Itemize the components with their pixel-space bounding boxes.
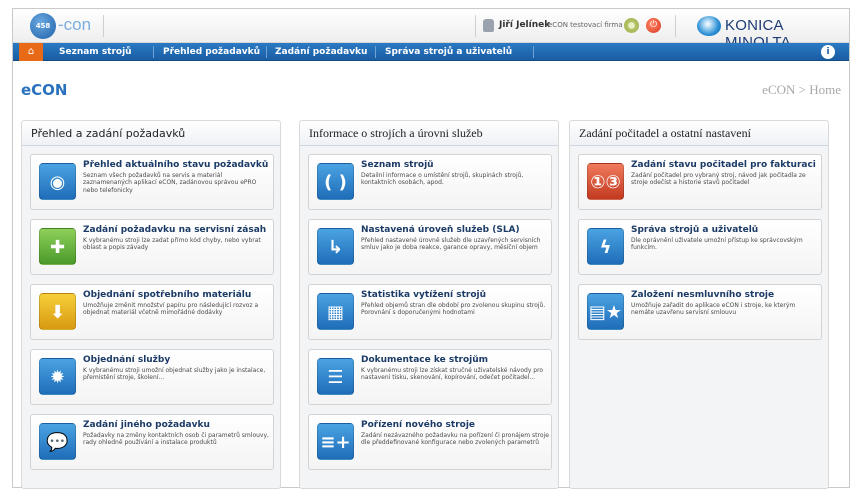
card-service-request[interactable]: ✚ Zadání požadavku na servisní zásah K v… [30,219,274,275]
page-title: eCON [21,81,68,99]
card-title: Zadání stavu počitadel pro fakturaci [631,160,816,170]
logout-power-icon[interactable]: ⏻ [646,18,661,33]
card-title: Pořízení nového stroje [361,420,476,430]
nav-divider [153,46,154,58]
column-title: Přehled a zadání požadavků [22,121,280,146]
top-divider [675,15,676,37]
column-requests: Přehled a zadání požadavků ◉ Přehled akt… [21,120,281,489]
card-description: Dle oprávnění uživatele umožní přístup k… [631,237,803,252]
chart-grid-icon: ▦ [317,293,354,330]
app-window: 458 -con Jiří Jelínek eCON testovací fir… [12,8,850,489]
card-supplies-order[interactable]: ⬇ Objednání spotřebního materiálu Umožňu… [30,284,274,340]
card-description: Zadání počitadel pro vybraný stroj, návo… [631,172,806,187]
card-noncontract-machine[interactable]: ▤★ Založení nesmluvního stroje Umožňuje … [578,284,822,340]
card-description: Umožňuje zařadit do aplikace eCON i stro… [631,302,796,317]
konica-minolta-logo-icon [697,16,721,36]
nav-item-machines-users-admin[interactable]: Správa strojů a uživatelů [385,43,512,61]
card-title: Zadání požadavku na servisní zásah [83,225,267,235]
card-description: Přehled objemů stran dle období pro zvol… [361,302,546,317]
card-description: K vybranému stroji lze zadat přímo kód c… [83,237,261,252]
speech-bubbles-icon: 💬 [39,423,76,460]
econ-logo-badge[interactable]: 458 [30,13,56,39]
card-description: Umožňuje změnit množství papíru pro násl… [83,302,259,317]
card-title: Objednání služby [83,355,171,365]
card-title: Dokumentace ke strojům [361,355,489,365]
card-title: Založení nesmluvního stroje [631,290,775,300]
card-description: K vybranému stroji umožní objednat služb… [83,367,266,382]
column-title: Informace o strojích a úrovni služeb [300,121,558,146]
user-name[interactable]: Jiří Jelínek [499,20,550,30]
info-icon[interactable]: i [821,45,835,59]
nav-divider [375,46,376,58]
column-title: Zadání počitadel a ostatní nastavení [570,121,828,146]
card-title: Statistika vytížení strojů [361,290,487,300]
medkit-icon: ✚ [39,228,76,265]
card-other-request[interactable]: 💬 Zadání jiného požadavku Požadavky na z… [30,414,274,470]
brackets-icon: ( ) [317,163,354,200]
card-new-machine[interactable]: ≡+ Pořízení nového stroje Zadání nezávaz… [308,414,552,470]
nav-item-requests-overview[interactable]: Přehled požadavků [163,43,260,61]
card-usage-statistics[interactable]: ▦ Statistika vytížení strojů Přehled obj… [308,284,552,340]
top-bar: 458 -con Jiří Jelínek eCON testovací fir… [13,9,849,51]
column-machines-info: Informace o strojích a úrovni služeb ( )… [299,120,559,489]
card-documentation[interactable]: ☰ Dokumentace ke strojům K vybranému str… [308,349,552,405]
breadcrumb[interactable]: eCON > Home [762,82,841,98]
lightning-icon: ϟ [587,228,624,265]
card-title: Správa strojů a uživatelů [631,225,759,235]
supply-box-icon: ⬇ [39,293,76,330]
counter-digits-icon: ①③ [587,163,624,200]
card-counters-billing[interactable]: ①③ Zadání stavu počitadel pro fakturaci … [578,154,822,210]
eye-icon: ◉ [39,163,76,200]
nav-item-new-request[interactable]: Zadání požadavku [275,43,367,61]
card-description: K vybranému stroji lze získat stručné už… [361,367,544,382]
column-counters-settings: Zadání počitadel a ostatní nastavení ①③ … [569,120,829,489]
card-title: Přehled aktuálního stavu požadavků [83,160,269,170]
service-star-icon: ✹ [39,358,76,395]
card-machines-list[interactable]: ( ) Seznam strojů Detailní informace o u… [308,154,552,210]
card-title: Nastavená úroveň služeb (SLA) [361,225,520,235]
home-icon[interactable]: ⌂ [19,43,43,61]
card-sla-level[interactable]: ↳ Nastavená úroveň služeb (SLA) Přehled … [308,219,552,275]
arrow-sign-icon: ↳ [317,228,354,265]
user-company: eCON testovací firma [548,21,623,29]
new-contract-icon: ▤★ [587,293,624,330]
card-machines-users-admin[interactable]: ϟ Správa strojů a uživatelů Dle oprávněn… [578,219,822,275]
nav-divider [533,46,534,58]
card-title: Seznam strojů [361,160,434,170]
card-service-order[interactable]: ✹ Objednání služby K vybranému stroji um… [30,349,274,405]
add-document-icon: ≡+ [317,423,354,460]
card-description: Přehled nastavené úrovně služeb dle uzav… [361,237,541,252]
card-description: Požadavky na změny kontaktních osob či p… [83,432,269,447]
settings-gear-icon[interactable] [624,18,639,33]
top-divider [103,15,104,37]
main-navigation: ⌂ Seznam strojů Přehled požadavků Zadání… [13,43,849,61]
card-description: Detailní informace o umístění strojů, sk… [361,172,524,187]
card-description: Seznam všech požadavků na servis a mater… [83,172,257,194]
card-requests-status[interactable]: ◉ Přehled aktuálního stavu požadavků Sez… [30,154,274,210]
user-icon [483,19,494,32]
card-title: Objednání spotřebního materiálu [83,290,252,300]
card-description: Zadání nezávazného požadavku na pořízení… [361,432,549,447]
card-title: Zadání jiného požadavku [83,420,210,430]
nav-item-machines-list[interactable]: Seznam strojů [59,43,132,61]
top-divider [475,15,476,37]
nav-divider [266,46,267,58]
econ-logo-text[interactable]: -con [58,15,91,35]
books-icon: ☰ [317,358,354,395]
